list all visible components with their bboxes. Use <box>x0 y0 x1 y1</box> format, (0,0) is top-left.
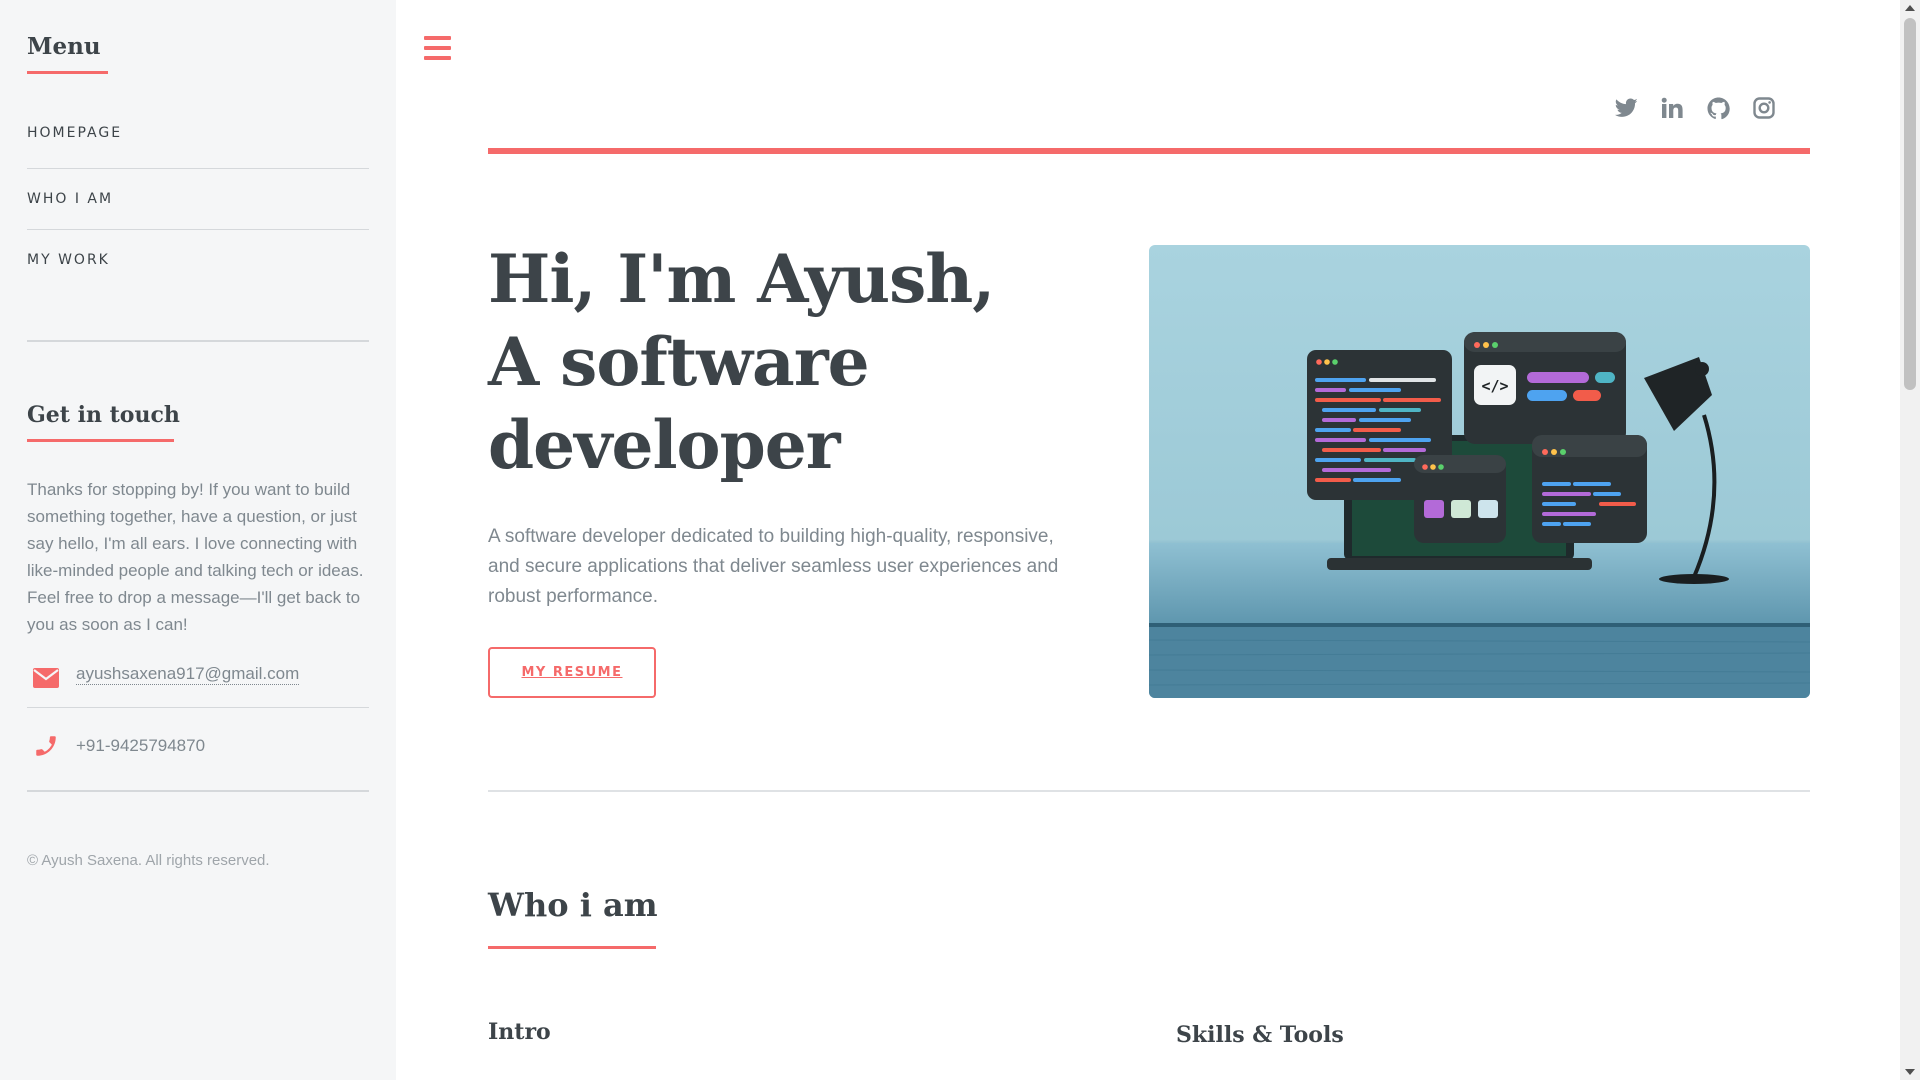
get-in-touch-text: Thanks for stopping by! If you want to b… <box>27 480 364 634</box>
nav-menu: HOMEPAGE WHO I AM MY WORK <box>27 115 369 290</box>
hero-title: Hi, I'm Ayush, A software developer <box>488 238 1108 487</box>
email-link[interactable]: ayushsaxena917@gmail.com <box>76 664 300 685</box>
hero-title-line-2: A software <box>488 323 870 401</box>
menu-link-homepage[interactable]: HOMEPAGE <box>27 125 122 141</box>
header-rule <box>488 148 1810 154</box>
vertical-scrollbar[interactable] <box>1900 0 1920 1080</box>
svg-text:</>: </> <box>1481 377 1508 395</box>
my-resume-button[interactable]: MY RESUME <box>488 647 656 698</box>
scrollbar-thumb[interactable] <box>1904 18 1916 390</box>
social-links <box>1614 96 1776 120</box>
contact-email-row: ayushsaxena917@gmail.com <box>27 654 369 708</box>
scroll-down-arrow-icon[interactable] <box>1905 1069 1915 1075</box>
hero-illustration: </> <box>1149 245 1810 698</box>
copyright-text: © Ayush Saxena. All rights reserved. <box>27 852 270 869</box>
menu-link-who-i-am[interactable]: WHO I AM <box>27 191 113 207</box>
section-divider <box>488 790 1810 792</box>
twitter-icon[interactable] <box>1614 96 1638 120</box>
menu-heading: Menu <box>27 33 108 74</box>
menu-item-who-i-am: WHO I AM <box>27 168 369 229</box>
sidebar-divider <box>27 790 369 792</box>
section-heading-underline <box>488 946 656 949</box>
envelope-icon <box>32 664 60 692</box>
linkedin-icon[interactable] <box>1660 96 1684 120</box>
get-in-touch-heading: Get in touch <box>27 402 180 442</box>
menu-item-my-work: MY WORK <box>27 229 369 290</box>
instagram-icon[interactable] <box>1752 96 1776 120</box>
sidebar: Menu HOMEPAGE WHO I AM MY WORK Get in to… <box>0 0 396 1080</box>
contact-phone-row: +91-9425794870 <box>27 708 369 784</box>
sidebar-divider <box>27 340 369 342</box>
hero-description: A software developer dedicated to buildi… <box>488 526 1059 607</box>
github-icon[interactable] <box>1706 96 1730 120</box>
skills-tools-heading: Skills & Tools <box>1176 1022 1344 1048</box>
hero-title-line-1: Hi, I'm Ayush, <box>488 240 995 318</box>
who-i-am-heading: Who i am <box>488 886 658 924</box>
hero-title-line-3: developer <box>488 406 840 484</box>
menu-link-my-work[interactable]: MY WORK <box>27 252 110 268</box>
intro-heading: Intro <box>488 1019 551 1045</box>
main-content: Hi, I'm Ayush, A software developer A so… <box>396 0 1900 1080</box>
hamburger-menu-icon[interactable] <box>424 36 454 64</box>
phone-number: +91-9425794870 <box>76 736 206 755</box>
scroll-up-arrow-icon[interactable] <box>1905 5 1915 11</box>
menu-item-homepage: HOMEPAGE <box>27 115 369 168</box>
phone-icon <box>32 732 60 760</box>
